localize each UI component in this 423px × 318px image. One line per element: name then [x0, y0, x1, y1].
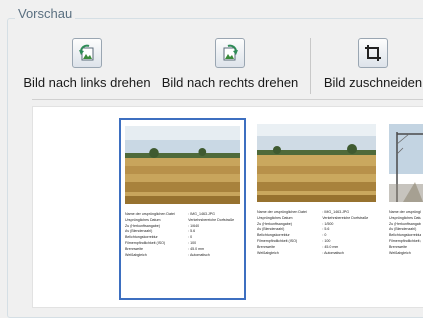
thumbnail-metadata: Name der ursprünglichen Datei: IMG_1463.… — [125, 212, 235, 257]
photo-wheat-field — [125, 126, 240, 204]
photo-construction-crane — [389, 124, 423, 202]
toolbar-separator — [310, 38, 311, 94]
rotate-left-button[interactable]: Bild nach links drehen — [17, 38, 157, 98]
thumbnail-metadata: Name der ursprünglichen Datei Ursprüngli… — [389, 210, 421, 255]
rotate-left-label: Bild nach links drehen — [23, 75, 151, 90]
crop-button[interactable]: Bild zuschneiden — [318, 38, 423, 98]
crop-label: Bild zuschneiden — [323, 75, 423, 90]
thumbnail-card-1[interactable]: Name der ursprünglichen Datei: IMG_1463.… — [119, 118, 246, 300]
rotate-right-button[interactable]: Bild nach rechts drehen — [157, 38, 303, 98]
rotate-right-icon — [215, 38, 245, 68]
crop-icon — [358, 38, 388, 68]
thumbnail-metadata: Name der ursprünglichen Datei: IMG_1463.… — [257, 210, 369, 255]
thumbnail-card-2[interactable]: Name der ursprünglichen Datei: IMG_1463.… — [253, 118, 380, 300]
photo-wheat-field — [257, 124, 376, 202]
rotate-right-label: Bild nach rechts drehen — [161, 75, 299, 90]
toolbar-divider — [32, 99, 423, 100]
rotate-left-icon — [72, 38, 102, 68]
thumbnail-card-3[interactable]: Name der ursprünglichen Datei Ursprüngli… — [385, 118, 423, 300]
group-title: Vorschau — [15, 6, 76, 21]
